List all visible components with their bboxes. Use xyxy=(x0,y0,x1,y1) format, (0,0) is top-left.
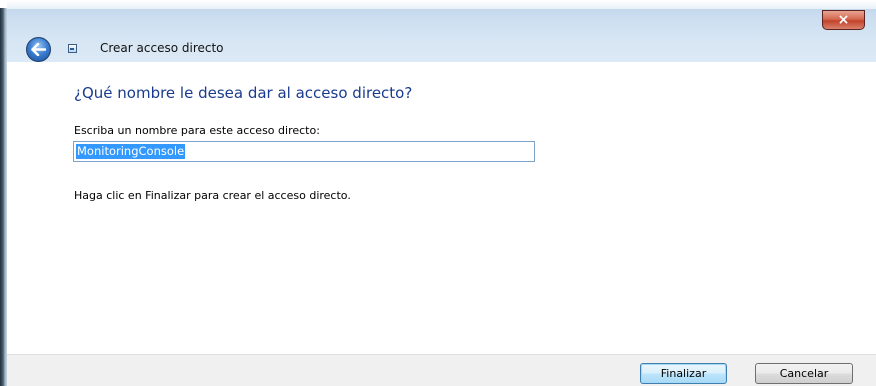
window-left-border xyxy=(0,8,11,386)
finish-button[interactable]: Finalizar xyxy=(640,363,727,384)
back-button[interactable] xyxy=(26,37,51,62)
shortcut-wizard-icon xyxy=(68,44,77,53)
shortcut-name-value: MonitoringConsole xyxy=(76,144,186,159)
wizard-footer: Finalizar Cancelar xyxy=(7,354,876,386)
name-field-label: Escriba un nombre para este acceso direc… xyxy=(74,124,320,137)
back-arrow-icon xyxy=(31,43,46,56)
finish-hint-text: Haga clic en Finalizar para crear el acc… xyxy=(74,189,351,202)
page-heading: ¿Qué nombre le desea dar al acceso direc… xyxy=(74,84,413,102)
wizard-content: ¿Qué nombre le desea dar al acceso direc… xyxy=(7,62,876,354)
window-title: Crear acceso directo xyxy=(100,41,224,55)
title-bar-highlight xyxy=(7,0,876,9)
create-shortcut-wizard-window: × Crear acceso directo ¿Qué nombre le de… xyxy=(0,0,876,386)
shortcut-name-input[interactable]: MonitoringConsole xyxy=(73,141,535,162)
close-button[interactable]: × xyxy=(822,10,865,30)
close-icon: × xyxy=(837,12,850,28)
cancel-button[interactable]: Cancelar xyxy=(755,363,853,384)
